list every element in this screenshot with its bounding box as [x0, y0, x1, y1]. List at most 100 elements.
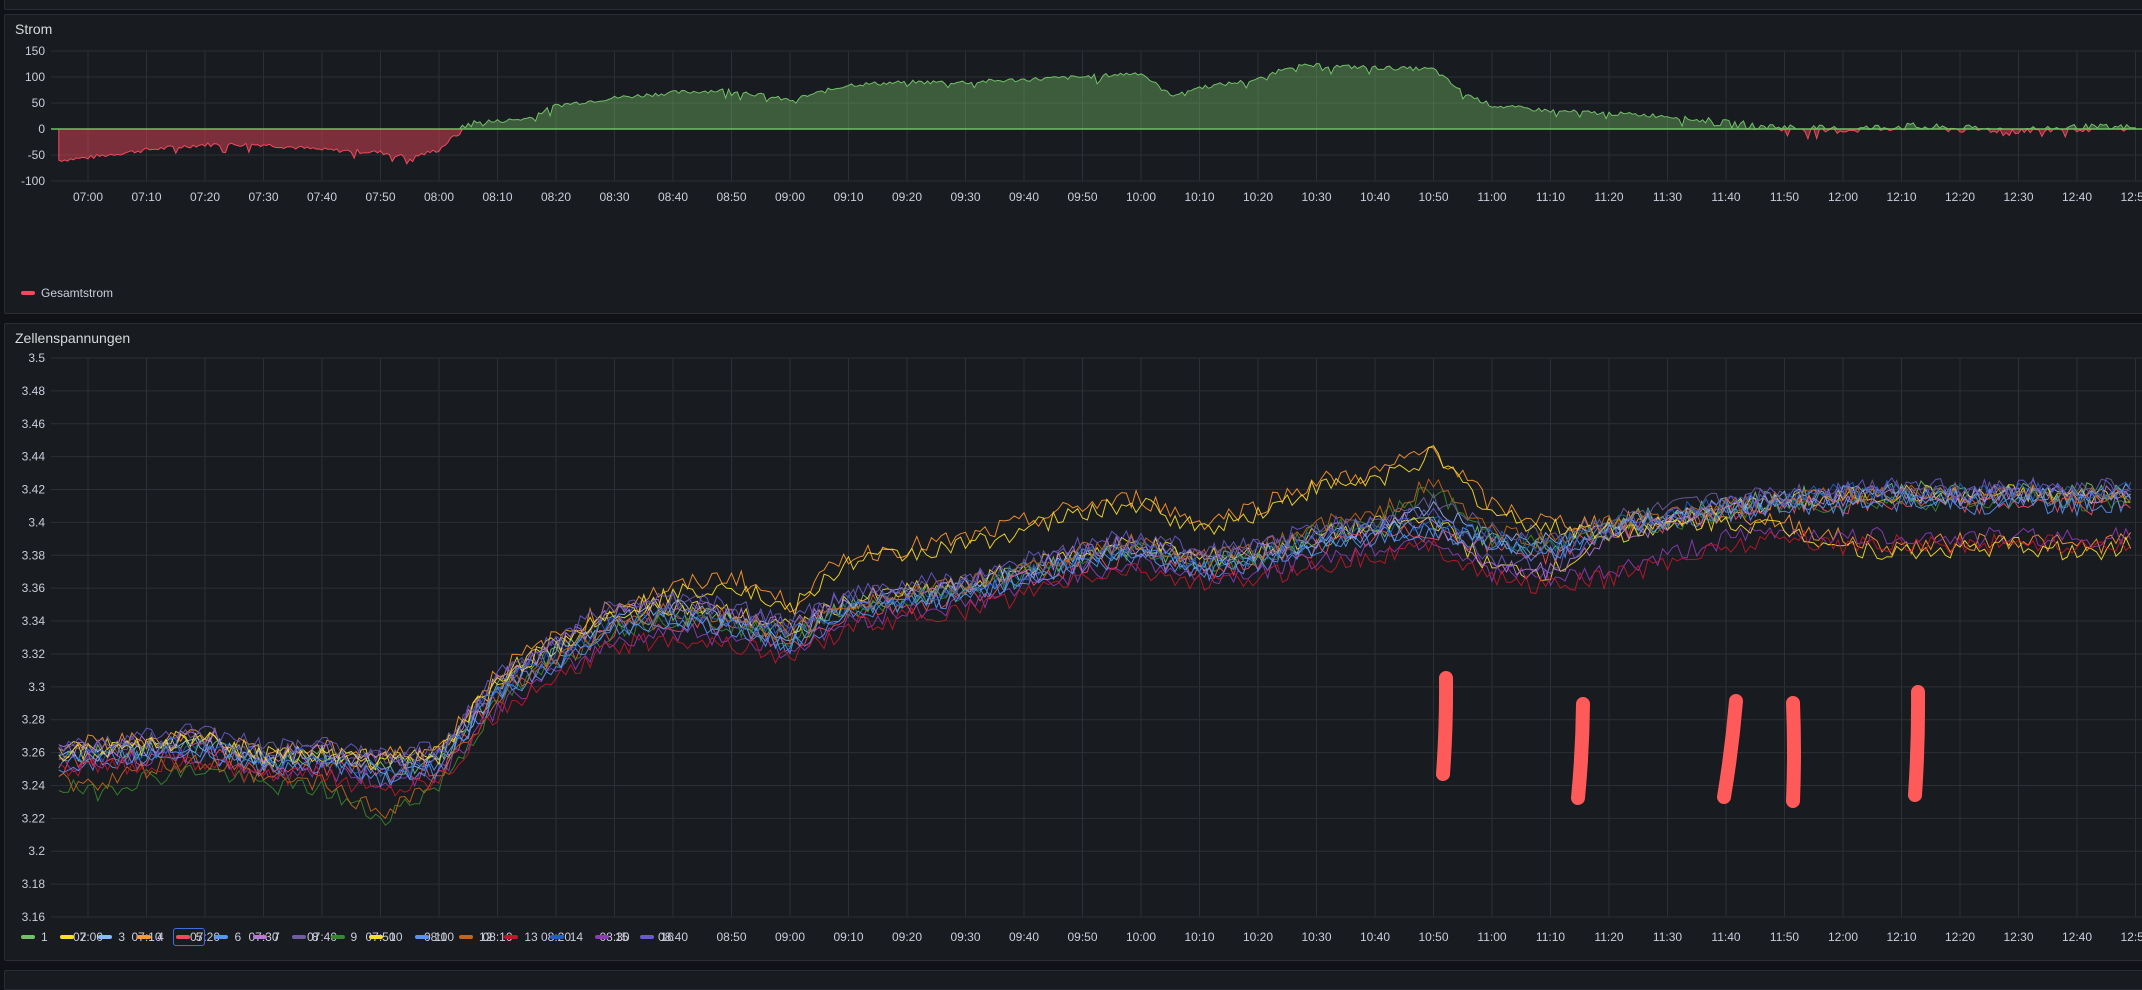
x-tick-label: 11:30 — [1653, 930, 1682, 944]
annotation-mark — [1908, 685, 1926, 802]
x-tick-label: 12:10 — [1886, 190, 1916, 204]
legend-item-cell-8[interactable]: 8 — [290, 929, 321, 945]
y-tick-label: 3.44 — [22, 450, 46, 464]
annotation-mark — [1786, 696, 1801, 808]
legend-label: 15 — [615, 930, 629, 944]
x-tick-label: 12:20 — [1945, 930, 1975, 944]
legend-label: 3 — [118, 930, 126, 944]
legend-item-cell-12[interactable]: 12 — [457, 929, 494, 945]
legend-swatch — [21, 935, 35, 939]
x-tick-label: 10:00 — [1126, 190, 1156, 204]
x-tick-label: 10:10 — [1184, 930, 1214, 944]
legend-label: 11 — [434, 930, 448, 944]
x-tick-label: 12:00 — [1828, 930, 1858, 944]
x-tick-label: 10:50 — [1418, 930, 1448, 944]
legend-item-cell-16[interactable]: 16 — [638, 929, 675, 945]
legend-item-cell-3[interactable]: 3 — [96, 929, 127, 945]
series-cell-11 — [58, 491, 2131, 789]
legend-item-cell-9[interactable]: 9 — [329, 929, 360, 945]
x-tick-label: 12:50 — [2120, 190, 2142, 204]
x-tick-label: 09:20 — [892, 930, 922, 944]
legend-swatch — [640, 935, 655, 939]
x-tick-label: 11:00 — [1477, 190, 1506, 204]
strom-legend: Gesamtstrom — [19, 285, 123, 301]
y-tick-label: 3.5 — [28, 352, 45, 365]
x-tick-label: 09:10 — [833, 190, 863, 204]
y-tick-label: 3.38 — [22, 548, 46, 562]
x-tick-label: 07:20 — [190, 190, 220, 204]
x-tick-label: 10:50 — [1418, 190, 1448, 204]
legend-item-cell-7[interactable]: 7 — [251, 929, 282, 945]
x-tick-label: 07:50 — [365, 190, 395, 204]
series-cell-13 — [58, 529, 2131, 797]
y-tick-label: 0 — [38, 122, 45, 136]
x-tick-label: 09:50 — [1067, 930, 1097, 944]
panel-below — [4, 970, 2142, 990]
x-tick-label: 12:20 — [1945, 190, 1975, 204]
y-tick-label: 3.28 — [22, 713, 46, 727]
legend-item-gesamtstrom[interactable]: Gesamtstrom — [19, 285, 115, 301]
legend-item-cell-2[interactable]: 2 — [58, 929, 89, 945]
legend-label: 2 — [79, 930, 87, 944]
x-tick-label: 10:30 — [1301, 190, 1331, 204]
x-tick-label: 10:40 — [1360, 930, 1390, 944]
zellen-chart[interactable]: 3.53.483.463.443.423.43.383.363.343.323.… — [5, 352, 2142, 952]
legend-item-cell-5[interactable]: 5 — [172, 928, 206, 946]
x-tick-label: 09:00 — [775, 930, 805, 944]
y-tick-label: 150 — [25, 45, 45, 58]
zellen-panel[interactable]: Zellenspannungen 3.5 3.48 3.46 3.44 3.42 3.4 3… — [4, 323, 2142, 961]
x-tick-label: 12:10 — [1886, 930, 1916, 944]
x-tick-label: 09:40 — [1009, 930, 1039, 944]
legend-swatch — [253, 935, 268, 939]
legend-item-cell-15[interactable]: 15 — [593, 929, 630, 945]
x-tick-label: 12:00 — [1828, 190, 1858, 204]
panel-title[interactable]: Zellenspannungen — [15, 330, 130, 346]
legend-item-cell-13[interactable]: 13 — [502, 929, 539, 945]
series-cell-6 — [58, 486, 2132, 783]
series-cell-10 — [58, 445, 2132, 771]
x-tick-label: 10:00 — [1126, 930, 1156, 944]
legend-item-cell-4[interactable]: 4 — [135, 929, 166, 945]
legend-label: 14 — [569, 930, 584, 944]
x-tick-label: 09:30 — [950, 190, 980, 204]
y-tick-label: 3.26 — [22, 746, 46, 760]
legend-item-cell-11[interactable]: 11 — [413, 929, 449, 945]
series-cell-14 — [58, 479, 2132, 778]
legend-swatch — [549, 935, 564, 939]
x-tick-label: 09:00 — [775, 190, 805, 204]
x-tick-label: 08:10 — [482, 190, 512, 204]
x-tick-label: 11:20 — [1594, 190, 1623, 204]
legend-swatch — [330, 935, 345, 939]
x-tick-label: 10:20 — [1243, 930, 1273, 944]
series-cell-2 — [58, 484, 2131, 771]
x-tick-label: 08:50 — [716, 190, 746, 204]
panel-above — [4, 0, 2142, 10]
x-tick-label: 09:40 — [1009, 190, 1039, 204]
x-tick-label: 09:50 — [1067, 190, 1097, 204]
y-tick-label: 3.46 — [22, 417, 46, 431]
x-tick-label: 11:40 — [1711, 930, 1740, 944]
x-tick-label: 07:10 — [131, 190, 161, 204]
legend-label: 4 — [157, 930, 164, 944]
legend-swatch — [137, 935, 152, 939]
legend-swatch — [414, 935, 429, 939]
x-tick-label: 10:10 — [1184, 190, 1214, 204]
x-tick-label: 09:20 — [892, 190, 922, 204]
legend-item-cell-14[interactable]: 14 — [548, 929, 585, 945]
panel-title[interactable]: Strom — [15, 21, 52, 37]
legend-item-cell-10[interactable]: 10 — [367, 929, 404, 945]
y-tick-label: 3.22 — [22, 811, 46, 825]
strom-chart[interactable]: 150 100 50 0 -50 -100 07:00 07:10 07:20 07:30 07:4… — [5, 45, 2142, 315]
legend-item-cell-6[interactable]: 6 — [212, 929, 243, 945]
x-tick-label: 11:30 — [1653, 190, 1682, 204]
legend-item-cell-1[interactable]: 1 — [19, 929, 50, 945]
strom-panel[interactable]: Strom 150 100 50 0 -50 -100 07:00 07:10 07:20 07:… — [4, 14, 2142, 314]
y-tick-label: 3.4 — [28, 515, 45, 529]
y-tick-label: 3.24 — [22, 778, 46, 792]
legend-label: 7 — [273, 930, 280, 944]
x-tick-label: 10:20 — [1243, 190, 1273, 204]
x-tick-label: 12:40 — [2062, 930, 2092, 944]
x-tick-label: 07:40 — [307, 190, 337, 204]
legend-swatch — [504, 935, 519, 939]
x-tick-label: 08:40 — [658, 190, 688, 204]
